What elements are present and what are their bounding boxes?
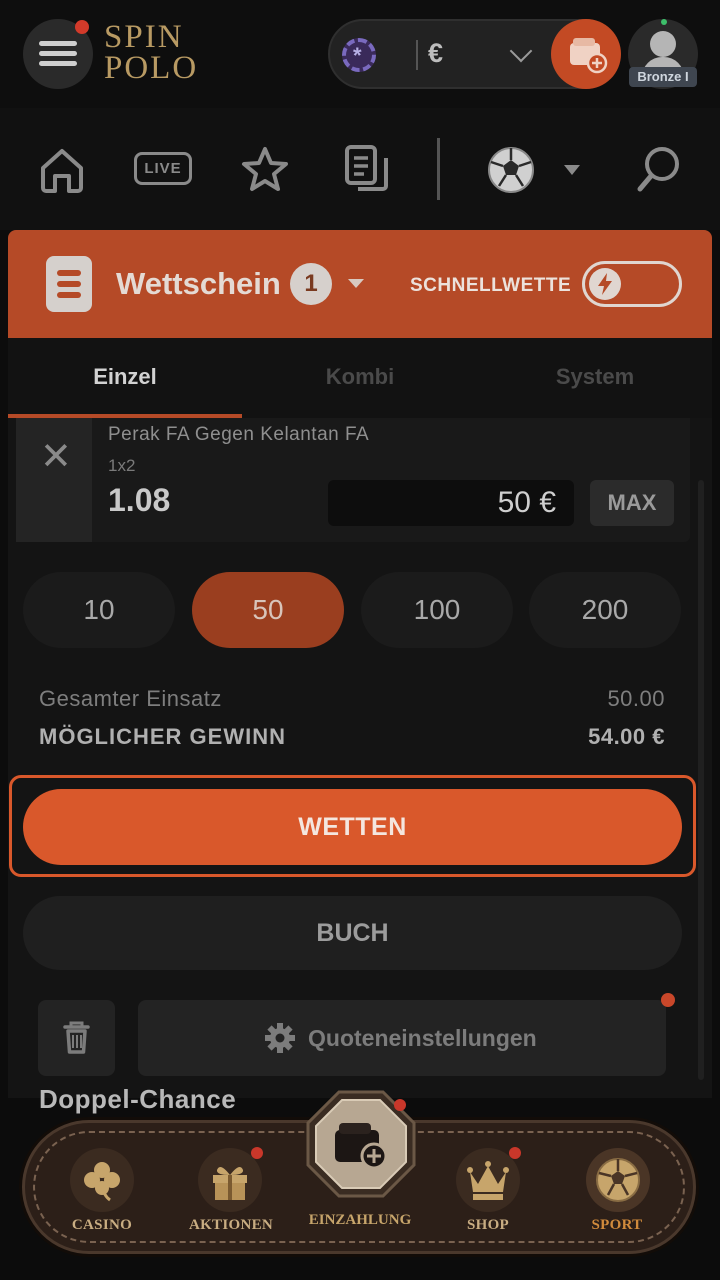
betslip-icon-line — [57, 292, 81, 298]
place-bet-button[interactable]: WETTEN — [23, 789, 682, 865]
notification-dot — [661, 993, 675, 1007]
quick-bet-label: SCHNELLWETTE — [410, 275, 572, 296]
notification-dot — [509, 1147, 521, 1159]
divider — [416, 40, 418, 70]
bet-selection: ✕ Perak FA Gegen Kelantan FA 1x2 1.08 50… — [16, 418, 690, 542]
quick-stake-50[interactable]: 50 — [192, 572, 344, 648]
possible-win-value: 54.00 € — [588, 724, 665, 749]
quick-stake-10[interactable]: 10 — [23, 572, 175, 648]
chevron-down-icon — [509, 39, 533, 63]
nav-casino-label: CASINO — [71, 1217, 133, 1233]
match-name: Perak FA Gegen Kelantan FA — [108, 424, 370, 445]
odds-settings-label: Quoteneinstellungen — [308, 1025, 537, 1051]
betslip-icon-line — [57, 270, 81, 276]
deposit-button[interactable] — [551, 19, 621, 89]
home-icon[interactable] — [38, 144, 86, 196]
nav-sport-label: SPORT — [591, 1217, 643, 1233]
odds-value: 1.08 — [108, 482, 171, 518]
stake-input[interactable]: 50 € — [328, 480, 574, 526]
wallet-plus-icon — [570, 38, 608, 74]
nav-deposit-label: EINZAHLUNG — [308, 1212, 412, 1228]
market-name: 1x2 — [108, 456, 136, 475]
menu-icon-bar — [39, 61, 77, 66]
top-header: SPIN POLO € Bronze I — [0, 0, 720, 108]
chevron-down-icon[interactable] — [564, 165, 580, 175]
book-bet-button[interactable]: BUCH — [23, 896, 682, 970]
live-button[interactable]: LIVE — [134, 152, 192, 185]
quick-stake-200[interactable]: 200 — [529, 572, 681, 648]
sport-navbar: LIVE — [0, 108, 720, 230]
betslip-icon — [46, 256, 92, 312]
remove-selection-button[interactable]: ✕ — [16, 418, 92, 542]
screen: SPIN POLO € Bronze I LIVE — [0, 0, 720, 1280]
menu-icon-bar — [39, 51, 77, 56]
gear-icon — [265, 1023, 295, 1053]
nav-divider — [437, 138, 440, 200]
menu-icon — [39, 41, 77, 46]
close-icon: ✕ — [40, 436, 72, 478]
currency-symbol: € — [428, 38, 444, 68]
max-stake-button[interactable]: MAX — [590, 480, 674, 526]
trash-icon — [63, 1021, 90, 1054]
star-icon[interactable] — [240, 144, 290, 196]
notification-dot — [251, 1147, 263, 1159]
nav-casino-button[interactable] — [70, 1148, 134, 1212]
soccer-ball-icon — [596, 1158, 640, 1202]
betslip-icon-line — [57, 281, 81, 287]
nav-promotions-label: AKTIONEN — [188, 1217, 274, 1233]
clover-icon — [84, 1162, 120, 1202]
betslip-header[interactable]: Wettschein 1 SCHNELLWETTE — [8, 230, 712, 338]
clear-betslip-button[interactable] — [38, 1000, 115, 1076]
chevron-down-icon[interactable] — [348, 279, 364, 288]
rank-badge: Bronze I — [629, 67, 697, 87]
market-section-title: Doppel-Chance — [39, 1084, 237, 1114]
odds-settings-button[interactable]: Quoteneinstellungen — [138, 1000, 666, 1076]
nav-sport-button[interactable] — [586, 1148, 650, 1212]
soccer-ball-icon[interactable] — [486, 144, 536, 196]
logo-line-2: POLO — [104, 50, 199, 86]
search-icon[interactable] — [636, 144, 682, 196]
betslip-history-icon[interactable] — [344, 144, 390, 196]
tab-system[interactable]: System — [478, 364, 712, 390]
total-stake-label: Gesamter Einsatz — [39, 686, 222, 711]
possible-win-label: MÖGLICHER GEWINN — [39, 724, 286, 749]
total-stake-value: 50.00 — [607, 686, 665, 711]
brand-logo[interactable]: SPIN POLO — [104, 21, 199, 86]
bet-type-tabs: Einzel Kombi System — [8, 338, 712, 418]
notification-dot — [75, 20, 89, 34]
betslip-title: Wettschein — [116, 266, 281, 301]
betslip-count-badge: 1 — [290, 263, 332, 305]
toggle-knob — [589, 268, 621, 300]
casino-chip-icon — [342, 38, 376, 72]
scrollbar[interactable] — [698, 480, 704, 1080]
lightning-icon — [598, 273, 612, 295]
nav-shop-label: SHOP — [466, 1217, 510, 1233]
online-status-dot — [661, 19, 667, 25]
user-icon — [650, 31, 676, 57]
tab-single[interactable]: Einzel — [8, 364, 242, 390]
notification-dot — [394, 1099, 406, 1111]
quick-bet-toggle[interactable] — [582, 261, 682, 307]
tab-combo[interactable]: Kombi — [243, 364, 477, 390]
quick-stake-100[interactable]: 100 — [361, 572, 513, 648]
